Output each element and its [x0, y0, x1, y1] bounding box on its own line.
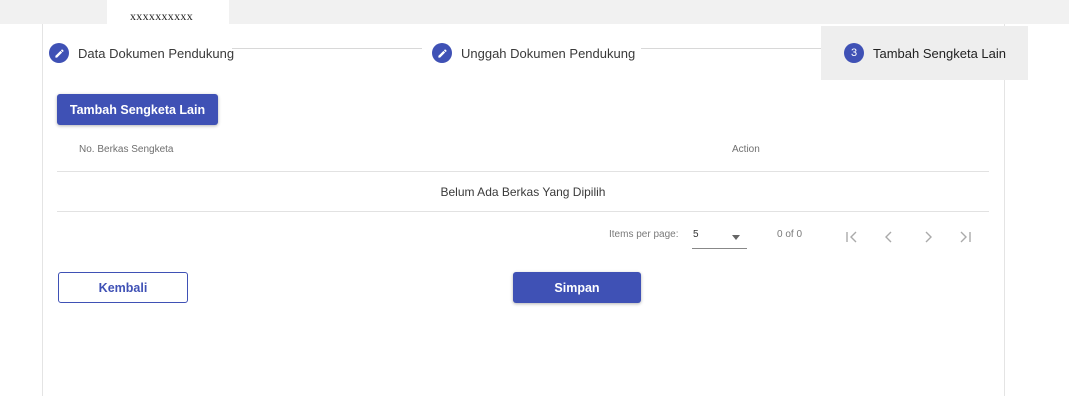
edit-icon — [432, 43, 452, 63]
next-page-icon[interactable] — [918, 227, 938, 247]
step-label: Data Dokumen Pendukung — [78, 45, 235, 61]
page-range-label: 0 of 0 — [777, 229, 803, 240]
items-per-page-label: Items per page: — [609, 229, 679, 240]
step-connector — [232, 48, 422, 49]
step-connector — [641, 48, 821, 49]
table-bottom-divider — [57, 211, 989, 212]
step-tambah-sengketa[interactable]: 3 Tambah Sengketa Lain — [821, 26, 1028, 80]
items-per-page-value: 5 — [693, 229, 699, 240]
step-label: Tambah Sengketa Lain — [873, 45, 1006, 61]
step-label: Unggah Dokumen Pendukung — [461, 45, 636, 61]
edit-icon — [49, 43, 69, 63]
page-tab[interactable]: xxxxxxxxxx — [107, 0, 229, 25]
step-unggah-dokumen[interactable]: Unggah Dokumen Pendukung — [432, 26, 635, 80]
first-page-icon[interactable] — [842, 227, 862, 247]
table-empty-message: Belum Ada Berkas Yang Dipilih — [440, 185, 606, 199]
last-page-icon[interactable] — [955, 227, 975, 247]
dropdown-arrow-icon — [732, 235, 740, 240]
column-header-action: Action — [732, 144, 760, 155]
step-data-dokumen[interactable]: Data Dokumen Pendukung — [49, 26, 234, 80]
back-button[interactable]: Kembali — [58, 272, 188, 303]
table-header-divider — [57, 171, 989, 172]
column-header-no-berkas[interactable]: No. Berkas Sengketa — [79, 144, 174, 155]
previous-page-icon[interactable] — [879, 227, 899, 247]
step-number: 3 — [850, 47, 858, 59]
save-button[interactable]: Simpan — [513, 272, 641, 303]
add-sengketa-button[interactable]: Tambah Sengketa Lain — [57, 94, 218, 125]
items-per-page-select[interactable]: 5 — [692, 227, 747, 249]
step-number-badge: 3 — [844, 43, 864, 63]
